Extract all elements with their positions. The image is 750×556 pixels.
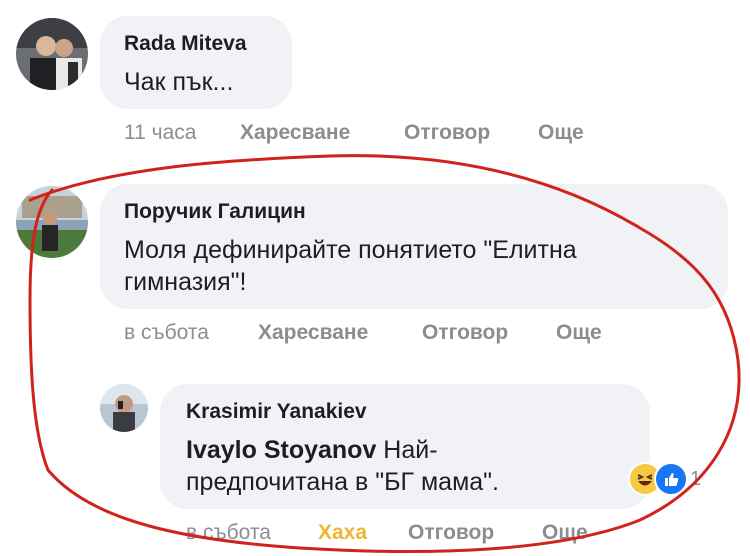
more-action[interactable]: Още (556, 321, 602, 345)
avatar-image (16, 186, 88, 258)
comment-text-line1: Моля дефинирайте понятието "Елитна (124, 236, 577, 264)
comment-meta-rada: 11 часа (124, 121, 196, 145)
reply-text-rest: Най- (376, 436, 438, 464)
comment-text-line2: гимназия"! (124, 268, 247, 296)
more-button[interactable]: Още (542, 521, 588, 544)
reply-text-line1: Ivaylo Stoyanov Най- (186, 434, 438, 467)
reply-button[interactable]: Отговор (408, 521, 494, 544)
reply-meta: в събота (186, 521, 271, 545)
reply-time[interactable]: в събота (186, 521, 271, 544)
reply-button[interactable]: Отговор (404, 121, 490, 144)
like-action[interactable]: Харесване (258, 321, 368, 345)
like-button[interactable]: Харесване (240, 121, 350, 144)
like-icon (654, 462, 688, 496)
avatar-poruchik-galitsin[interactable] (16, 186, 88, 258)
like-button[interactable]: Харесване (258, 321, 368, 344)
more-button[interactable]: Още (538, 121, 584, 144)
reply-text-line2: предпочитана в "БГ мама". (186, 468, 499, 496)
avatar-rada-miteva[interactable] (16, 18, 88, 90)
reaction-count: 1 (690, 467, 702, 490)
avatar-image (100, 384, 148, 432)
reply-author[interactable]: Krasimir Yanakiev (186, 400, 367, 424)
comment-time[interactable]: 11 часа (124, 121, 196, 144)
comment-text: Чак пък... (124, 68, 234, 96)
reply-button[interactable]: Отговор (422, 321, 508, 344)
mention-link[interactable]: Ivaylo Stoyanov (186, 436, 376, 464)
comment-author[interactable]: Rada Miteva (124, 32, 247, 56)
comment-author[interactable]: Поручик Галицин (124, 200, 306, 224)
reply-action[interactable]: Отговор (408, 521, 494, 545)
avatar-krasimir-yanakiev[interactable] (100, 384, 148, 432)
haha-reaction-button[interactable]: Хаха (318, 521, 367, 544)
haha-action[interactable]: Хаха (318, 521, 367, 545)
like-action[interactable]: Харесване (240, 121, 350, 145)
reaction-summary[interactable]: 1 (628, 460, 701, 498)
comment-meta-poruchik: в събота (124, 321, 209, 345)
reply-action[interactable]: Отговор (422, 321, 508, 345)
avatar-image (16, 18, 88, 90)
more-action[interactable]: Още (538, 121, 584, 145)
more-action[interactable]: Още (542, 521, 588, 545)
reply-action[interactable]: Отговор (404, 121, 490, 145)
comment-time[interactable]: в събота (124, 321, 209, 344)
more-button[interactable]: Още (556, 321, 602, 344)
